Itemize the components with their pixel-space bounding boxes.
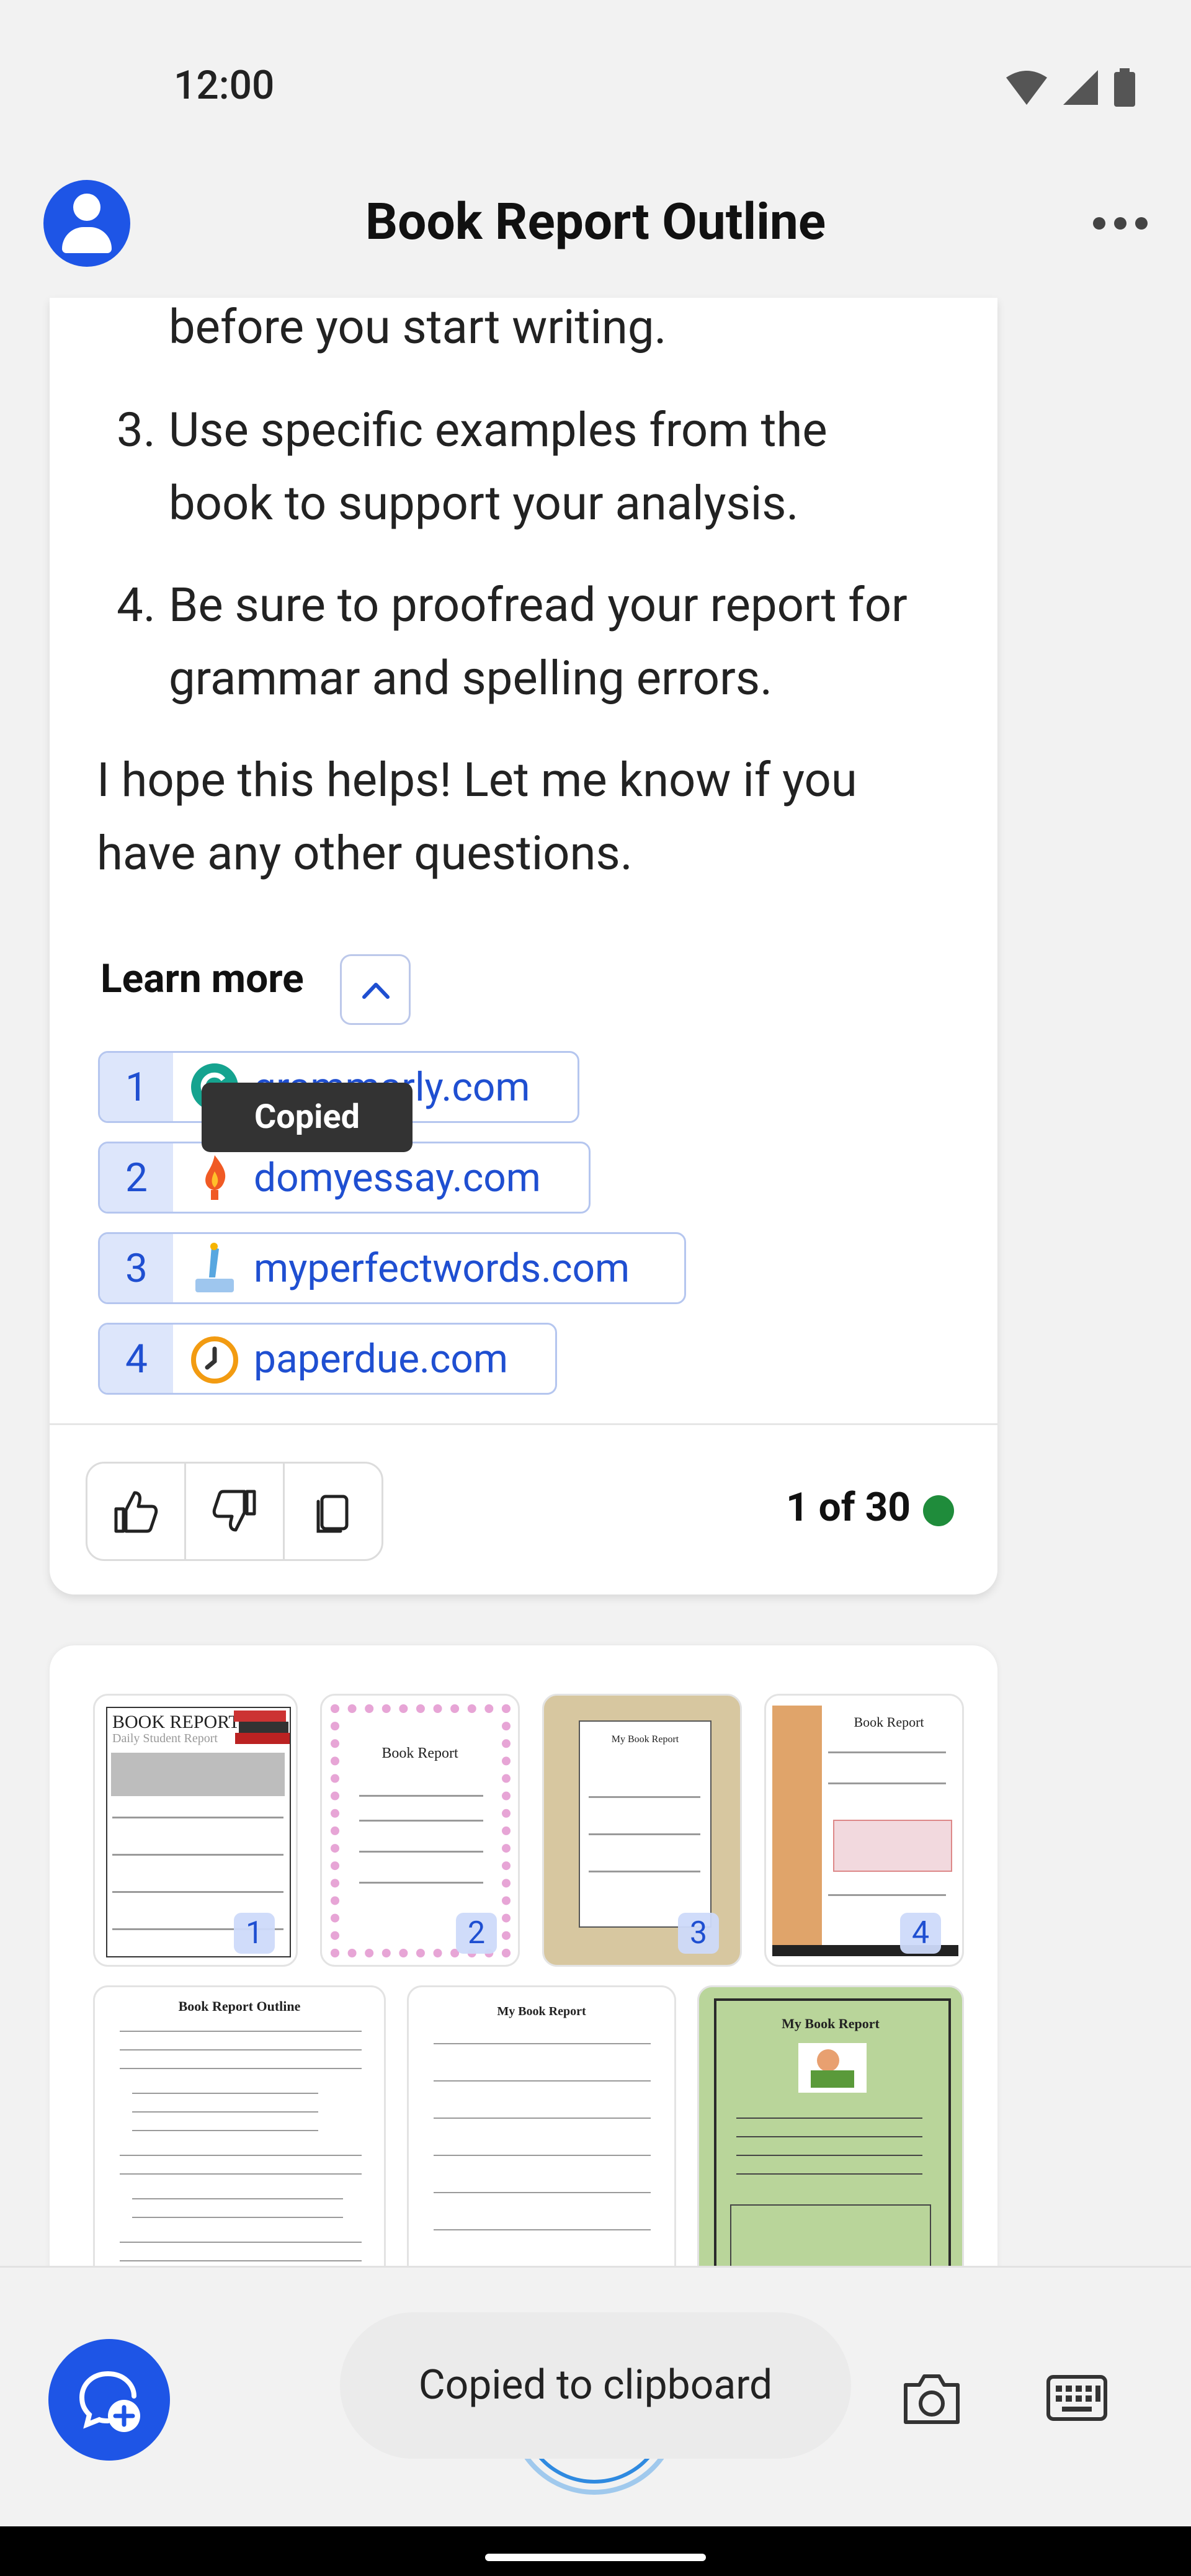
copy-icon (316, 1495, 349, 1533)
source-index: 4 (100, 1325, 173, 1393)
thumb-subtitle: Daily Student Report (112, 1732, 218, 1745)
list-number: 4. (117, 577, 156, 633)
battery-icon (1114, 68, 1135, 107)
answer-text-partial: before you start writing. (169, 299, 667, 355)
source-index: 2 (100, 1143, 173, 1212)
thumb-title: Book Report (854, 1714, 924, 1730)
cartoon-report-sheet-image: My Book Report (579, 1720, 711, 1928)
thumbs-down-icon (212, 1490, 256, 1532)
new-topic-button[interactable] (48, 2339, 170, 2461)
response-counter: 1 of 30 (786, 1484, 911, 1531)
image-thumbnail[interactable]: My Book Report 3 (542, 1694, 742, 1967)
card-divider (50, 1423, 997, 1425)
characters-art (772, 1706, 822, 1954)
thumb-title: My Book Report (497, 2005, 586, 2018)
bottom-input-bar: Copied to clipboard (0, 2266, 1191, 2528)
paperdue-icon (187, 1331, 243, 1387)
thumbs-down-button[interactable] (186, 1464, 283, 1559)
status-bar: 12:00 (0, 0, 1191, 161)
camera-icon (904, 2374, 960, 2424)
thumb-title: My Book Report (611, 1734, 679, 1745)
source-chip-domyessay[interactable]: 2 domyessay.com (98, 1142, 591, 1214)
page-title: Book Report Outline (365, 192, 826, 252)
source-domain: paperdue.com (254, 1335, 509, 1382)
thumb-index-badge: 3 (678, 1913, 719, 1954)
wifi-icon (1006, 71, 1047, 105)
domyessay-icon (187, 1150, 243, 1205)
list-item-text: Use specific examples from the (169, 402, 827, 458)
answer-card: before you start writing. 3. Use specifi… (50, 298, 997, 1594)
list-item-text: grammar and spelling errors. (169, 650, 773, 706)
image-thumbnail[interactable]: Book Report Outline 5 (93, 1985, 386, 2308)
more-options-icon[interactable] (1093, 217, 1148, 230)
learn-more-label: Learn more (100, 955, 304, 1002)
thumb-title: Book Report (381, 1745, 458, 1761)
online-status-dot (923, 1495, 954, 1526)
myperfectwords-icon (187, 1240, 243, 1296)
feedback-toolbar (86, 1462, 383, 1561)
keyboard-button[interactable] (1046, 2374, 1108, 2424)
thumbs-up-icon (114, 1491, 158, 1533)
thumb-index-badge: 2 (456, 1913, 497, 1954)
list-number: 3. (117, 402, 156, 458)
thumb-index-badge: 1 (234, 1913, 275, 1954)
source-domain: domyessay.com (254, 1154, 541, 1201)
thumb-title: Book Report Outline (178, 1998, 301, 2014)
image-thumbnail[interactable]: Book Report 4 (764, 1694, 964, 1967)
new-chat-icon (79, 2371, 140, 2432)
closing-text: have any other questions. (97, 825, 633, 881)
list-item-text: Be sure to proofread your report for (169, 577, 908, 633)
report-box (833, 1820, 952, 1872)
source-index: 3 (100, 1234, 173, 1302)
system-nav-bar (0, 2526, 1191, 2576)
thumb-index-badge: 4 (900, 1913, 941, 1954)
source-index: 1 (100, 1053, 173, 1121)
copied-tooltip: Copied (202, 1083, 413, 1152)
image-thumbnail[interactable]: My Book Report 6 (407, 1985, 676, 2308)
image-thumbnail[interactable]: Book Report 2 (320, 1694, 520, 1967)
chevron-up-icon (362, 983, 390, 999)
source-chip-myperfectwords[interactable]: 3 myperfectwords.com (98, 1232, 686, 1304)
image-thumbnail[interactable]: My Book Report 7 (697, 1985, 964, 2308)
status-time: 12:00 (174, 62, 275, 109)
reading-boy-image (798, 2043, 867, 2093)
thumb-title: My Book Report (782, 2016, 880, 2031)
source-domain: myperfectwords.com (254, 1245, 630, 1292)
list-item-text: book to support your analysis. (169, 475, 799, 531)
copy-button[interactable] (285, 1464, 381, 1559)
thumb-title: BOOK REPORT (112, 1712, 240, 1732)
source-chip-paperdue[interactable]: 4 paperdue.com (98, 1323, 557, 1395)
status-icons (1006, 68, 1135, 107)
image-thumbnail[interactable]: BOOK REPORT Daily Student Report 1 (93, 1694, 298, 1967)
copied-toast: Copied to clipboard (340, 2312, 851, 2459)
books-stack-icon (234, 1711, 290, 1744)
collapse-sources-button[interactable] (340, 954, 411, 1025)
app-header: Book Report Outline (0, 161, 1191, 298)
closing-text: I hope this helps! Let me know if you (97, 752, 857, 808)
home-gesture-handle[interactable] (485, 2554, 706, 2561)
camera-button[interactable] (901, 2370, 963, 2430)
thumbs-up-button[interactable] (87, 1464, 184, 1559)
keyboard-icon (1046, 2375, 1107, 2421)
signal-icon (1063, 70, 1098, 105)
